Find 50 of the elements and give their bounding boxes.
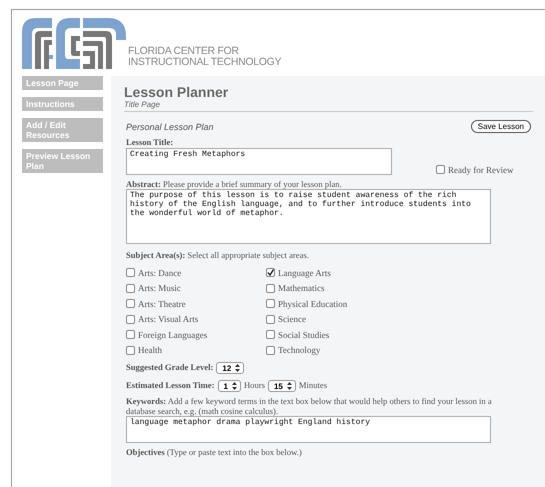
checkbox[interactable] — [266, 330, 275, 339]
page-title: Lesson Planner — [124, 84, 230, 100]
field-label: Lesson Title: — [126, 138, 174, 148]
ready-for-review-checkbox[interactable]: Ready for Review — [436, 164, 514, 174]
field-label: Abstract: Please provide a brief summary of your lesson plan. — [126, 180, 343, 189]
subject-checkbox[interactable]: Mathematics — [266, 283, 426, 293]
subject-checkbox[interactable]: Science — [266, 314, 426, 324]
subject-checkbox[interactable]: Arts: Dance — [126, 268, 266, 278]
organization-name: INSTRUCTIONAL TECHNOLOGY — [128, 57, 282, 68]
dropdown-select[interactable]: 1 — [218, 380, 241, 392]
checkbox[interactable] — [126, 268, 135, 277]
checkbox[interactable] — [126, 346, 135, 354]
field-label: Suggested Grade Level: — [126, 363, 214, 373]
dropdown-select[interactable]: 15 — [268, 380, 296, 392]
save-button[interactable]: Save Lesson — [470, 120, 531, 133]
subject-checkbox[interactable]: Health — [126, 345, 266, 355]
field-label: Keywords: Add a few keyword terms in the text box below that would help others to find your lesson in a database search, e.g. (math cosine calculus). — [126, 397, 493, 416]
checkbox[interactable] — [126, 314, 135, 324]
checkbox[interactable] — [126, 284, 135, 292]
subject-checkbox[interactable]: Arts: Theatre — [126, 298, 266, 308]
up-down-caret-icon — [235, 364, 240, 372]
dropdown-select[interactable]: 12 — [216, 362, 244, 374]
keywords-field[interactable]: language metaphor drama playwright England history — [126, 416, 491, 443]
plan-type-label: Personal Lesson Plan — [126, 122, 214, 132]
field-label: Objectives (Type or paste text into the box below.) — [126, 448, 303, 458]
unit-label: Minutes — [298, 381, 328, 391]
checkbox[interactable] — [126, 330, 135, 339]
checkbox[interactable] — [126, 299, 135, 308]
unit-label: Hours — [244, 381, 265, 391]
checkbox[interactable] — [266, 314, 275, 324]
field-label: Estimated Lesson Time: — [126, 381, 214, 391]
subject-checkbox[interactable]: Language Arts — [266, 268, 426, 278]
up-down-caret-icon — [286, 382, 292, 390]
page-subtitle: Title Page — [124, 100, 161, 109]
lesson-title-field[interactable]: Creating Fresh Metaphors — [126, 148, 392, 174]
field-label: Subject Area(s): Select all appropriate subject areas. — [126, 251, 310, 260]
subject-checkbox[interactable]: Arts: Music — [126, 283, 266, 293]
checkbox[interactable] — [266, 299, 275, 308]
subject-checkbox[interactable]: Arts: Visual Arts — [126, 314, 266, 324]
subject-checkbox[interactable]: Technology — [266, 345, 426, 355]
checkbox[interactable] — [436, 165, 445, 174]
abstract-field[interactable]: The purpose of this lesson is to raise student awareness of the rich history of the English language, and to further introduce students into the wonderful world of metaphor. — [126, 189, 491, 244]
organization-name: FLORIDA CENTER FOR — [128, 46, 240, 57]
checked-checkbox[interactable] — [266, 268, 275, 277]
subject-checkbox[interactable]: Physical Education — [266, 298, 426, 308]
subject-checkbox[interactable]: Social Studies — [266, 330, 426, 340]
checkbox[interactable] — [266, 346, 275, 354]
checkbox[interactable] — [266, 284, 275, 292]
subject-checkbox[interactable]: Foreign Languages — [126, 330, 266, 340]
up-down-caret-icon — [232, 382, 237, 390]
